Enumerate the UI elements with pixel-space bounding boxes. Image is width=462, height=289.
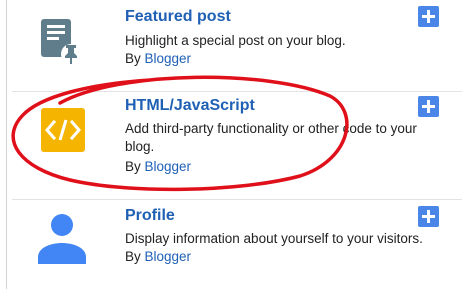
gadget-byline: By Blogger (125, 51, 191, 66)
author-link[interactable]: Blogger (145, 159, 192, 174)
gadget-description: Add third-party functionality or other c… (125, 121, 417, 154)
divider (12, 199, 462, 200)
person-icon (35, 212, 87, 264)
gadget-title[interactable]: Featured post (125, 8, 231, 26)
divider (12, 91, 462, 92)
byline-prefix: By (125, 249, 145, 264)
list-border (6, 0, 7, 289)
gadget-description: Highlight a special post on your blog. (125, 33, 346, 48)
gadget-list: Featured post Highlight a special post o… (0, 0, 462, 289)
code-icon (35, 104, 87, 156)
add-gadget-button[interactable] (418, 6, 439, 27)
gadget-byline: By Blogger (125, 159, 191, 174)
gadget-title[interactable]: Profile (125, 207, 175, 225)
gadget-title[interactable]: HTML/JavaScript (125, 97, 255, 115)
author-link[interactable]: Blogger (145, 249, 192, 264)
author-link[interactable]: Blogger (145, 51, 192, 66)
add-gadget-button[interactable] (418, 96, 439, 117)
add-gadget-button[interactable] (418, 206, 439, 227)
byline-prefix: By (125, 159, 145, 174)
gadget-description: Display information about yourself to yo… (125, 231, 423, 246)
byline-prefix: By (125, 51, 145, 66)
featured-post-icon (35, 14, 87, 66)
gadget-byline: By Blogger (125, 249, 191, 264)
